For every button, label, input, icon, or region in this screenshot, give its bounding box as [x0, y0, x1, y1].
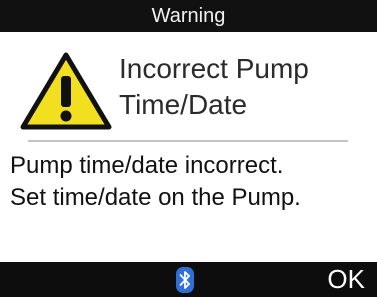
screen-title: Warning [151, 5, 226, 27]
title-bar: Warning [0, 0, 377, 32]
alert-heading-line1: Incorrect Pump [119, 53, 309, 84]
alert-message-line2: Set time/date on the Pump. [10, 184, 301, 211]
alert-heading-line2: Time/Date [119, 89, 248, 120]
alert-message-line1: Pump time/date incorrect. [10, 152, 284, 179]
bluetooth-icon [176, 267, 194, 293]
alert-message: Pump time/date incorrect. Set time/date … [10, 150, 372, 214]
alert-heading: Incorrect Pump Time/Date [119, 51, 369, 123]
warning-screen: Warning Incorrect Pump Time/Date Pump ti… [0, 0, 377, 297]
bottom-bar: OK [0, 262, 377, 297]
warning-triangle-icon [20, 52, 112, 130]
divider [28, 140, 348, 142]
ok-button[interactable]: OK [327, 262, 365, 297]
